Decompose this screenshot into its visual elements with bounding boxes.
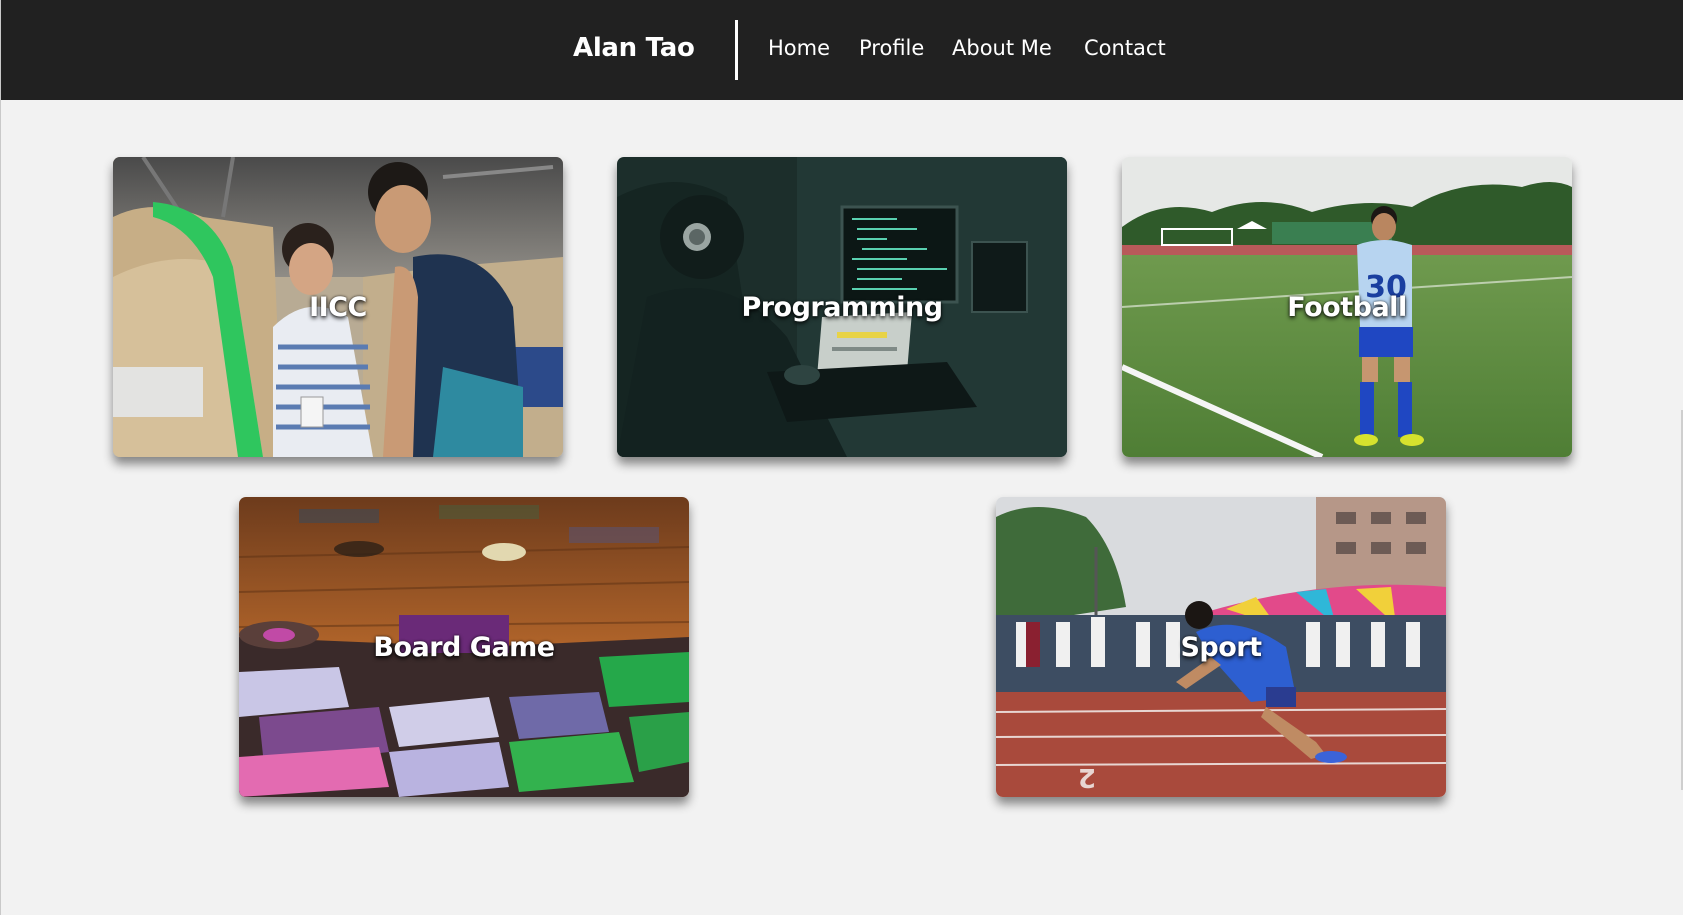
- sport-photo: 2: [996, 497, 1446, 797]
- card-board-game[interactable]: Board Game: [239, 497, 689, 797]
- card-programming[interactable]: Programming: [617, 157, 1067, 457]
- programming-photo: [617, 157, 1067, 457]
- nav-link-about-me[interactable]: About Me: [952, 36, 1052, 60]
- nav-divider: [735, 20, 738, 80]
- card-sport[interactable]: 2 Sport: [996, 497, 1446, 797]
- card-football[interactable]: 30 Football: [1122, 157, 1572, 457]
- nav-link-contact[interactable]: Contact: [1084, 36, 1166, 60]
- football-photo: 30: [1122, 157, 1572, 457]
- brand-name[interactable]: Alan Tao: [573, 33, 695, 63]
- svg-text:2: 2: [1078, 762, 1096, 792]
- svg-text:30: 30: [1365, 270, 1407, 305]
- board-game-photo: [239, 497, 689, 797]
- page: Alan Tao Home Profile About Me Contact I…: [0, 0, 1683, 915]
- nav-link-profile[interactable]: Profile: [859, 36, 924, 60]
- top-navbar: Alan Tao Home Profile About Me Contact: [1, 0, 1683, 100]
- nav-link-home[interactable]: Home: [768, 36, 830, 60]
- iicc-photo: [113, 157, 563, 457]
- card-iicc[interactable]: IICC: [113, 157, 563, 457]
